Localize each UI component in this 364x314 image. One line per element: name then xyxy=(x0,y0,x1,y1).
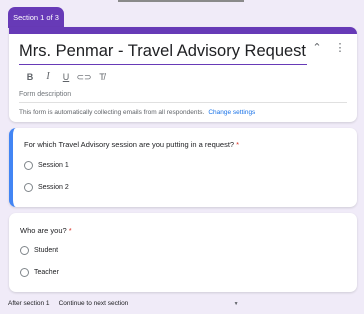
bold-icon[interactable]: B xyxy=(21,70,39,84)
clear-format-icon[interactable]: T̸ xyxy=(93,70,111,84)
italic-icon[interactable]: I xyxy=(39,70,57,84)
form-title-input[interactable]: Mrs. Penmar - Travel Advisory Request xyxy=(19,37,307,65)
section-tab: Section 1 of 3 xyxy=(8,7,64,28)
form-header-card: Mrs. Penmar - Travel Advisory Request ⌃ … xyxy=(9,27,357,122)
question-card-who[interactable]: Who are you? * Student Teacher xyxy=(9,213,357,292)
radio-icon[interactable] xyxy=(24,160,33,170)
underline-icon[interactable]: U xyxy=(57,70,75,84)
section-navigation-value: Continue to next section xyxy=(58,300,129,307)
question-title: Who are you? * xyxy=(20,226,72,235)
question-card-session[interactable]: For which Travel Advisory session are yo… xyxy=(9,128,357,207)
option-session-1[interactable]: Session 1 xyxy=(24,159,69,171)
required-mark: * xyxy=(68,226,72,235)
option-label: Student xyxy=(34,246,59,254)
form-description-input[interactable]: Form description xyxy=(19,90,347,103)
question-title: For which Travel Advisory session are yo… xyxy=(24,140,239,149)
link-icon[interactable]: ⊂⊃ xyxy=(75,70,93,84)
option-label: Session 2 xyxy=(38,183,69,191)
option-teacher[interactable]: Teacher xyxy=(20,266,59,278)
change-settings-link[interactable]: Change settings xyxy=(208,109,255,116)
radio-icon[interactable] xyxy=(24,182,33,192)
radio-icon[interactable] xyxy=(20,245,29,255)
collect-email-text: This form is automatically collecting em… xyxy=(19,109,205,116)
collect-email-note: This form is automatically collecting em… xyxy=(19,109,255,116)
question-title-text: Who are you? xyxy=(20,226,67,235)
required-mark: * xyxy=(236,140,240,149)
more-vert-icon[interactable]: ⋮ xyxy=(333,41,347,55)
after-section-row: After section 1 Continue to next section… xyxy=(8,300,239,307)
dropdown-caret-icon: ▼ xyxy=(233,301,239,307)
option-student[interactable]: Student xyxy=(20,244,58,256)
radio-icon[interactable] xyxy=(20,267,29,277)
option-session-2[interactable]: Session 2 xyxy=(24,181,69,193)
format-toolbar: B I U ⊂⊃ T̸ xyxy=(21,70,111,84)
top-scroll-indicator xyxy=(118,0,244,2)
option-label: Session 1 xyxy=(38,161,69,169)
section-navigation-select[interactable]: Continue to next section ▼ xyxy=(59,300,239,307)
option-label: Teacher xyxy=(34,268,59,276)
after-section-label: After section 1 xyxy=(8,300,50,307)
collapse-icon[interactable]: ⌃ xyxy=(310,41,324,55)
question-title-text: For which Travel Advisory session are yo… xyxy=(24,140,235,149)
